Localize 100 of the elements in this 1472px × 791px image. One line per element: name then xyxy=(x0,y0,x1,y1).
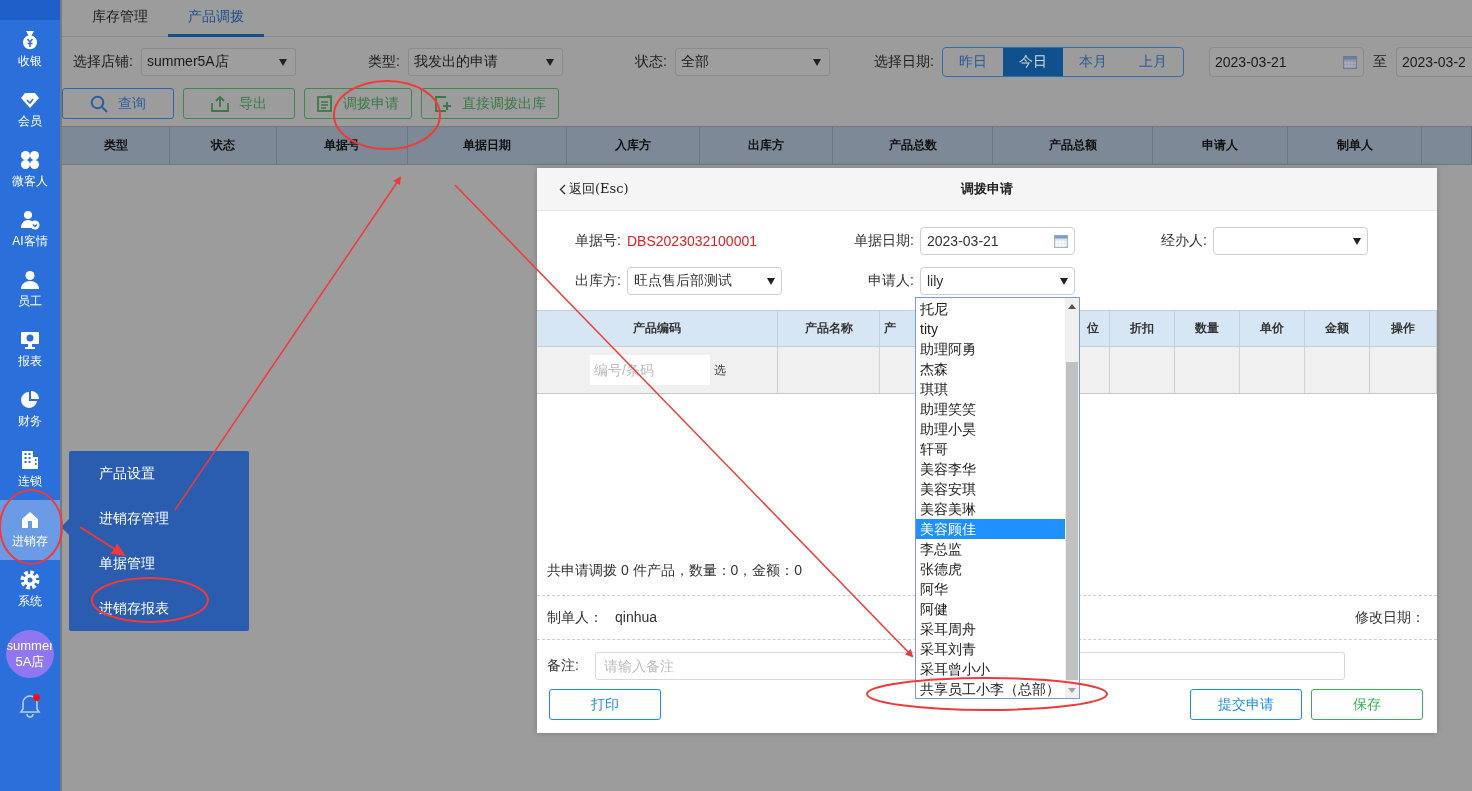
person-icon xyxy=(20,270,40,290)
money-bag-icon xyxy=(20,30,40,50)
dropdown-option[interactable]: 采耳曾小小 xyxy=(916,659,1065,679)
clover-icon xyxy=(20,150,40,170)
range-separator: 至 xyxy=(1372,53,1388,71)
tab[interactable]: 库存管理 xyxy=(72,0,168,37)
menu-item[interactable]: 单据管理 xyxy=(69,541,249,586)
dialog-button[interactable]: 打印 xyxy=(549,689,661,720)
dropdown-option[interactable]: 琪琪 xyxy=(916,379,1065,399)
field-label: 选择日期: xyxy=(873,53,935,71)
column-header: 操作 xyxy=(1370,310,1437,347)
menu-item[interactable]: 进销存管理 xyxy=(69,496,249,541)
sidebar-item[interactable]: 收银 xyxy=(0,20,60,80)
add-icon xyxy=(434,94,452,113)
field-label: 制单人： xyxy=(547,608,603,627)
date-field[interactable]: 2023-03-21 xyxy=(1209,47,1364,77)
caret-icon xyxy=(767,277,775,285)
dropdown-option[interactable]: 李总监 xyxy=(916,539,1065,559)
table-cell xyxy=(1240,347,1305,394)
dropdown-option[interactable]: 助理笑笑 xyxy=(916,399,1065,419)
sidebar-item[interactable]: 系统 xyxy=(0,560,60,620)
upload-icon xyxy=(211,95,229,112)
table-cell xyxy=(1370,347,1437,394)
back-link[interactable]: 返回(Esc) xyxy=(559,180,629,198)
dropdown-option[interactable]: 轩哥 xyxy=(916,439,1065,459)
column-header: 单据日期 xyxy=(408,127,567,164)
field-label: 修改日期： xyxy=(1355,608,1425,627)
sidebar-item[interactable]: 会员 xyxy=(0,80,60,140)
dropdown-option[interactable]: 美容美琳 xyxy=(916,499,1065,519)
caret-icon xyxy=(546,58,554,66)
column-header: 状态 xyxy=(170,127,277,164)
chevron-left-icon xyxy=(559,183,566,195)
column-header: 产品总额 xyxy=(993,127,1153,164)
field-label: 备注: xyxy=(547,657,579,675)
dropdown-option[interactable]: 采耳周舟 xyxy=(916,619,1065,639)
dialog-button[interactable]: 提交申请 xyxy=(1190,689,1302,720)
column-header: 产品总数 xyxy=(833,127,993,164)
sidebar-header xyxy=(0,0,60,20)
search-icon xyxy=(90,94,108,113)
field-label: 申请人: xyxy=(867,272,914,290)
caret-icon xyxy=(279,58,287,66)
dropdown-option[interactable]: 杰森 xyxy=(916,359,1065,379)
store-avatar[interactable]: summer5A店 xyxy=(6,630,54,678)
field-label: 状态: xyxy=(634,53,668,71)
dropdown-option[interactable]: 共享员工小李（总部） xyxy=(916,679,1065,699)
document-number: DBS2023032100001 xyxy=(627,233,758,249)
column-header: 单价 xyxy=(1240,310,1305,347)
calendar-icon xyxy=(1343,55,1357,69)
column-header: 入库方 xyxy=(567,127,700,164)
store-select[interactable]: summer5A店 xyxy=(141,48,296,76)
select-field[interactable]: 旺点售后部测试 xyxy=(627,267,782,295)
bell-icon xyxy=(19,694,41,718)
table-cell xyxy=(1175,347,1240,394)
field-label: 单据号: xyxy=(574,232,621,250)
diamond-icon xyxy=(20,90,40,110)
sidebar-item[interactable]: 财务 xyxy=(0,380,60,440)
caret-icon xyxy=(813,58,821,66)
summary-text: 共申请调拨 0 件产品，数量：0，金额：0 xyxy=(547,562,803,580)
column-header: 申请人 xyxy=(1153,127,1288,164)
date-field[interactable]: 2023-03-21 xyxy=(920,227,1075,255)
caret-icon xyxy=(1060,277,1068,285)
dropdown-option[interactable]: 美容李华 xyxy=(916,459,1065,479)
dropdown-option[interactable]: 阿健 xyxy=(916,599,1065,619)
status-select[interactable]: 全部 xyxy=(675,48,830,76)
type-select[interactable]: 我发出的申请 xyxy=(408,48,563,76)
pie-chart-icon xyxy=(20,390,40,410)
building-icon xyxy=(20,450,40,470)
dropdown-option[interactable]: 美容安琪 xyxy=(916,479,1065,499)
select-field[interactable]: lily xyxy=(920,267,1075,295)
sidebar-item[interactable]: 连锁 xyxy=(0,440,60,500)
column-header: 金额 xyxy=(1305,310,1370,347)
creator-name: qinhua xyxy=(615,608,658,627)
field-label: 选择店铺: xyxy=(72,53,134,71)
annotation-arrow xyxy=(79,526,126,557)
column-header: 制单人 xyxy=(1288,127,1422,164)
gear-icon xyxy=(20,570,40,590)
dropdown-option[interactable]: 阿华 xyxy=(916,579,1065,599)
table-cell xyxy=(1110,347,1175,394)
field-label: 类型: xyxy=(367,53,401,71)
date-preset-button[interactable]: 今日 xyxy=(1003,48,1063,76)
caret-icon xyxy=(1353,237,1361,245)
column-header: 数量 xyxy=(1175,310,1240,347)
sidebar-item[interactable]: 员工 xyxy=(0,260,60,320)
column-header: 折扣 xyxy=(1110,310,1175,347)
house-icon xyxy=(20,510,40,530)
column-header: 产品名称 xyxy=(778,310,880,347)
dropdown-option[interactable]: 助理小昊 xyxy=(916,419,1065,439)
menu-item[interactable]: 产品设置 xyxy=(69,451,249,496)
sidebar-item[interactable]: AI客情 xyxy=(0,200,60,260)
monitor-icon xyxy=(20,330,40,350)
edit-icon xyxy=(317,95,333,112)
select-field[interactable] xyxy=(1213,227,1368,255)
date-field[interactable]: 2023-03-2 xyxy=(1396,47,1472,77)
column-header: 出库方 xyxy=(700,127,833,164)
sidebar-item[interactable]: 微客人 xyxy=(0,140,60,200)
dropdown-option[interactable]: 张德虎 xyxy=(916,559,1065,579)
table-cell xyxy=(1305,347,1370,394)
pick-link[interactable]: 选 xyxy=(714,361,726,379)
field-label: 单据日期: xyxy=(853,232,914,250)
sidebar-item[interactable]: 报表 xyxy=(0,320,60,380)
